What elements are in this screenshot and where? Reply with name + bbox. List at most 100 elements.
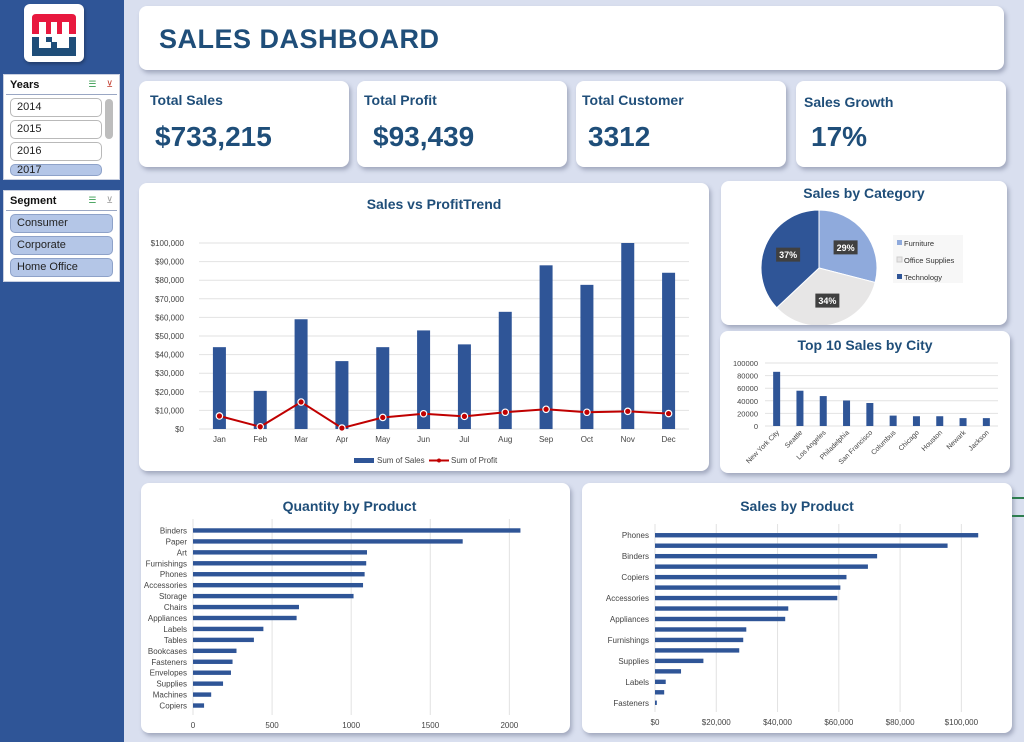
y-tick-label: Copiers [621, 573, 649, 582]
bar-product [655, 543, 948, 548]
x-tick-label: Dec [661, 435, 675, 444]
kpi-sales-growth: Sales Growth 17% [796, 81, 1006, 167]
x-tick-label: 1500 [421, 721, 439, 730]
profit-point [419, 409, 428, 418]
bar-city [843, 400, 851, 426]
data-label: 29% [837, 243, 855, 253]
profit-point [338, 424, 346, 432]
bar-city [819, 396, 827, 426]
y-tick-label: Storage [159, 592, 188, 601]
bar-city [982, 418, 990, 426]
y-tick-label: Art [177, 548, 188, 557]
slicer-scrollbar[interactable] [105, 99, 113, 139]
logo-icon [32, 14, 76, 56]
multi-select-icon[interactable]: ☰ [88, 195, 96, 206]
slicer-item-2014[interactable]: 2014 [10, 98, 102, 117]
bar-city [912, 416, 920, 426]
quantity-by-product-chart: 0 500 1000 1500 2000 Binders Paper Art Furnishin… [144, 519, 521, 730]
y-tick-label: Envelopes [150, 669, 187, 678]
x-tick-label: Seattle [784, 429, 804, 449]
bar-product [193, 604, 299, 610]
y-tick-label: Binders [160, 526, 187, 535]
x-tick-label: $100,000 [945, 718, 979, 727]
bar-sales [662, 272, 676, 429]
bar-city [959, 418, 967, 426]
bar-product [193, 681, 224, 686]
bar-product [193, 648, 237, 654]
legend-swatch [897, 240, 902, 245]
y-tick-label: $90,000 [155, 258, 184, 267]
y-tick-label: Accessories [144, 581, 187, 590]
kpi-value: 17% [811, 121, 868, 152]
x-tick-label: Oct [581, 435, 594, 444]
bar-product [655, 669, 682, 674]
kpi-total-profit: Total Profit $93,439 [357, 81, 567, 167]
data-label: 37% [779, 250, 797, 260]
legend-label: Technology [904, 273, 942, 282]
sales-by-product-card: Sales by Product $0 $20,000 $40,000 $60,000… [582, 483, 1012, 733]
slicer-item-2015[interactable]: 2015 [10, 120, 102, 139]
bar-product [193, 659, 233, 664]
bar-sales [621, 243, 635, 429]
bar-product [193, 626, 264, 632]
bar-product [655, 690, 665, 695]
y-tick-label: Appliances [610, 615, 649, 624]
x-tick-label: $20,000 [702, 718, 731, 727]
bar-city [773, 371, 781, 426]
profit-point [378, 413, 387, 422]
y-tick-label: Tables [164, 636, 187, 645]
clear-filter-icon[interactable]: ⊻ [106, 79, 113, 90]
y-tick-label: Phones [622, 531, 649, 540]
x-tick-label: 0 [191, 721, 196, 730]
y-tick-label: Machines [153, 691, 187, 700]
slicer-item-home-office[interactable]: Home Office [10, 258, 113, 277]
bar-product [193, 637, 254, 643]
slicer-item-2017[interactable]: 2017 [10, 164, 102, 176]
bar-product [655, 553, 878, 559]
multi-select-icon[interactable]: ☰ [88, 79, 96, 90]
y-tick-label: $80,000 [155, 276, 184, 285]
slicer-item-corporate[interactable]: Corporate [10, 236, 113, 255]
bar-product [193, 615, 297, 621]
legend-label: Furniture [904, 239, 934, 248]
kpi-value: $93,439 [373, 121, 475, 152]
kpi-label: Total Sales [150, 92, 223, 108]
x-tick-label: Columbus [870, 429, 898, 457]
slicer-title: Years [10, 78, 40, 91]
bar-product [193, 561, 367, 566]
y-tick-label: $0 [175, 425, 184, 434]
y-tick-label: Labels [163, 625, 187, 634]
x-tick-label: Chicago [898, 429, 921, 452]
bar-product [655, 648, 740, 653]
top-cities-chart: 0 20000 40000 60000 80000 100000 New York City… [733, 359, 998, 466]
bar-product [193, 528, 521, 533]
years-slicer: Years ☰ ⊻ 2014 2015 2016 2017 [3, 74, 120, 180]
bar-product [655, 658, 704, 664]
legend-label: Sum of Profit [451, 456, 498, 465]
slicer-item-consumer[interactable]: Consumer [10, 214, 113, 233]
y-tick-label: $100,000 [151, 239, 185, 248]
segment-slicer: Segment ☰ ⊻ Consumer Corporate Home Offi… [3, 190, 120, 282]
x-tick-label: 2000 [500, 721, 518, 730]
bar-product [193, 582, 364, 588]
x-tick-label: Jan [213, 435, 226, 444]
x-tick-label: Aug [498, 435, 512, 444]
bar-city [866, 403, 874, 426]
y-tick-label: Binders [622, 552, 649, 561]
slicer-item-2016[interactable]: 2016 [10, 142, 102, 161]
legend-swatch [897, 274, 902, 279]
bar-city [796, 390, 804, 426]
title-card: SALES DASHBOARD [139, 6, 1004, 70]
y-tick-label: $20,000 [155, 388, 184, 397]
y-tick-label: Appliances [148, 614, 187, 623]
bar-product [193, 539, 463, 544]
clear-filter-icon[interactable]: ⊻ [106, 195, 113, 206]
x-tick-label: Newark [946, 429, 968, 451]
bar-product [655, 637, 744, 643]
kpi-value: 3312 [588, 121, 651, 152]
data-label: 34% [818, 296, 836, 306]
kpi-label: Sales Growth [804, 94, 894, 110]
bar-product [655, 616, 786, 622]
y-tick-label: Accessories [606, 594, 649, 603]
x-tick-label: Apr [336, 435, 349, 444]
